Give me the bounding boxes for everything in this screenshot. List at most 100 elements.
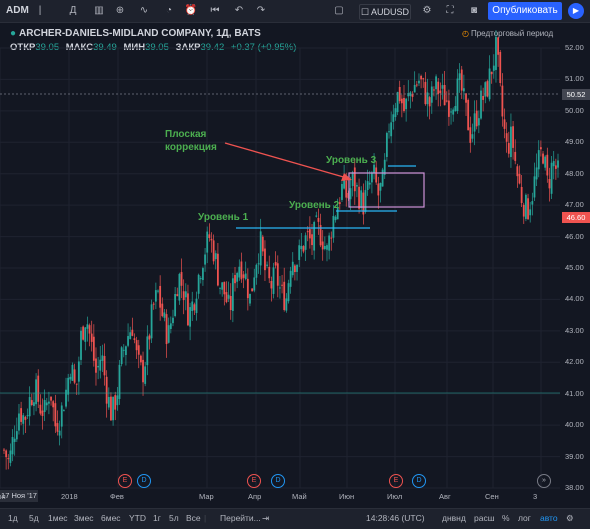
candle-body [142,359,144,383]
candle-body [477,118,480,126]
candle-body [328,235,331,251]
candle-body [505,133,508,142]
candle-body [283,281,286,310]
candle-body [411,94,414,97]
candle-body [439,90,442,94]
candle-body [358,186,360,209]
candle-body [240,261,243,280]
flat-correction-box [348,172,425,208]
range-5d-button[interactable]: 5д [29,513,39,523]
session-toggle[interactable]: днвнд [442,513,466,523]
candle-body [448,100,450,117]
price-chart[interactable] [0,0,590,528]
time-tick-label: Апр [248,492,262,501]
candle-body [43,400,46,412]
candle-body [480,90,482,119]
candle-body [116,395,119,406]
candle-body [62,410,65,412]
candle-body [176,294,179,297]
candle-body [510,126,512,158]
candle-body [86,324,89,329]
candle-body [452,109,455,115]
candle-body [159,285,162,308]
range-1d-button[interactable]: 1д [8,513,18,523]
candle-body [520,186,523,204]
candle-body [550,162,553,194]
log-toggle[interactable]: лог [518,513,531,523]
candle-body [349,188,352,200]
percent-toggle[interactable]: % [502,513,510,523]
range-1y-button[interactable]: 1г [153,513,161,523]
candle-body [445,100,448,102]
earnings-event-icon[interactable]: E [247,474,261,488]
level-1-label: Уровень 1 [198,212,249,223]
candle-body [388,131,390,133]
auto-scale-toggle[interactable]: авто [540,513,558,523]
candle-body [73,369,76,383]
candle-body [197,274,200,294]
candle-body [338,202,341,205]
flat-correction-label-2: коррекция [165,142,217,153]
candle-body [507,143,510,154]
time-tick-label: Сен [485,492,499,501]
range-1m-button[interactable]: 1мес [48,513,68,523]
candle-body [52,401,55,408]
dividend-event-icon[interactable]: D [412,474,426,488]
candle-body [392,114,395,122]
candle-body [212,240,215,262]
price-tick-label: 47.00 [565,200,584,210]
bottom-toolbar: 1д 5д 1мес 3мес 6мес YTD 1г 5л Все | Пер… [0,508,590,529]
price-tick-label: 38.00 [565,483,584,492]
candle-body [400,98,403,104]
candle-body [11,437,14,455]
candle-body [291,261,294,276]
candle-body [353,167,356,192]
extended-toggle[interactable]: расш [474,513,495,523]
range-6m-button[interactable]: 6мес [101,513,121,523]
candle-body [65,389,67,407]
dividend-event-icon[interactable]: D [271,474,285,488]
candle-body [5,450,8,458]
dividend-event-icon[interactable]: D [137,474,151,488]
candle-body [35,379,37,405]
candle-body [490,71,493,75]
candle-body [503,119,506,129]
candle-body [527,198,529,220]
candle-body [214,253,217,260]
candle-body [127,336,129,346]
candle-body [110,396,112,421]
time-tick-label: Июн [339,492,355,501]
goto-icon[interactable]: ⇥ [262,513,269,524]
candle-body [377,183,380,196]
candle-body [554,165,557,169]
goto-date-button[interactable]: Перейти... [220,513,261,523]
time-tick-label: Мар [199,492,214,501]
candle-body [345,180,348,198]
earnings-event-icon[interactable]: E [389,474,403,488]
candle-body [266,264,268,266]
candle-body [403,97,405,112]
range-all-button[interactable]: Все [186,513,201,523]
range-ytd-button[interactable]: YTD [129,513,146,523]
candle-body [497,37,500,55]
candle-body [39,404,42,414]
candle-body [368,182,371,185]
candle-body [304,235,307,250]
candle-body [75,383,78,385]
settings-gear-icon[interactable]: ⚙ [566,513,574,524]
price-tick-label: 48.00 [565,168,584,178]
candle-body [525,194,527,219]
candle-body [396,92,399,113]
candle-body [375,167,378,183]
scroll-to-end-icon[interactable]: » [537,474,551,488]
range-5y-button[interactable]: 5л [169,513,179,523]
price-tick-label: 51.00 [565,74,584,84]
price-tick-label: 42.00 [565,357,584,367]
range-3m-button[interactable]: 3мес [74,513,94,523]
candle-body [529,209,532,216]
earnings-event-icon[interactable]: E [118,474,132,488]
candle-body [433,89,435,91]
candle-body [475,110,478,127]
candle-body [154,290,157,302]
candles [3,30,559,470]
